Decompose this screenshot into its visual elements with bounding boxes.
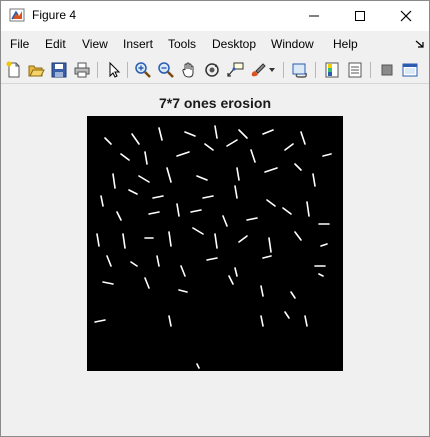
zoom-out-icon[interactable] (157, 61, 175, 79)
save-icon[interactable] (50, 61, 68, 79)
brush-dropdown-icon[interactable] (269, 68, 275, 72)
figure-toolbar (1, 57, 429, 84)
maximize-icon (355, 11, 365, 21)
matlab-figure-icon (9, 8, 25, 22)
toolbar-separator (97, 62, 98, 78)
colorbar-icon[interactable] (323, 61, 341, 79)
menu-view[interactable]: View (82, 37, 108, 51)
menu-insert[interactable]: Insert (123, 37, 153, 51)
close-button[interactable] (383, 1, 429, 31)
dock-arrow-icon[interactable] (415, 39, 425, 49)
menu-desktop[interactable]: Desktop (212, 37, 256, 51)
toolbar-separator (127, 62, 128, 78)
print-icon[interactable] (73, 61, 91, 79)
image-background (87, 116, 343, 371)
show-plot-tools-icon[interactable] (401, 61, 419, 79)
menu-file[interactable]: File (10, 37, 29, 51)
brush-icon[interactable] (249, 61, 267, 79)
close-icon (400, 10, 412, 22)
minimize-icon (309, 15, 319, 17)
menu-tools[interactable]: Tools (168, 37, 196, 51)
hide-plot-tools-icon[interactable] (378, 61, 396, 79)
menu-window[interactable]: Window (271, 37, 314, 51)
toolbar-separator (370, 62, 371, 78)
eroded-binary-image[interactable] (87, 116, 343, 371)
menu-help[interactable]: Help (333, 37, 358, 51)
minimize-button[interactable] (291, 1, 337, 31)
plot-title: 7*7 ones erosion (158, 95, 272, 111)
title-bar: Figure 4 (1, 1, 429, 31)
toolbar-separator (283, 62, 284, 78)
toolbar-separator (315, 62, 316, 78)
new-figure-icon[interactable] (5, 61, 23, 79)
menu-bar: File Edit View Insert Tools Desktop Wind… (1, 33, 429, 55)
data-cursor-icon[interactable] (226, 61, 244, 79)
figure-window: Figure 4 File Edit View Insert Tools Des… (0, 0, 430, 437)
rotate-3d-icon[interactable] (203, 61, 221, 79)
window-title: Figure 4 (32, 8, 77, 22)
menu-edit[interactable]: Edit (45, 37, 66, 51)
pointer-icon[interactable] (105, 61, 123, 79)
open-file-icon[interactable] (27, 61, 45, 79)
zoom-in-icon[interactable] (134, 61, 152, 79)
legend-icon[interactable] (346, 61, 364, 79)
link-plot-icon[interactable] (291, 61, 309, 79)
pan-icon[interactable] (180, 61, 198, 79)
maximize-button[interactable] (337, 1, 383, 31)
